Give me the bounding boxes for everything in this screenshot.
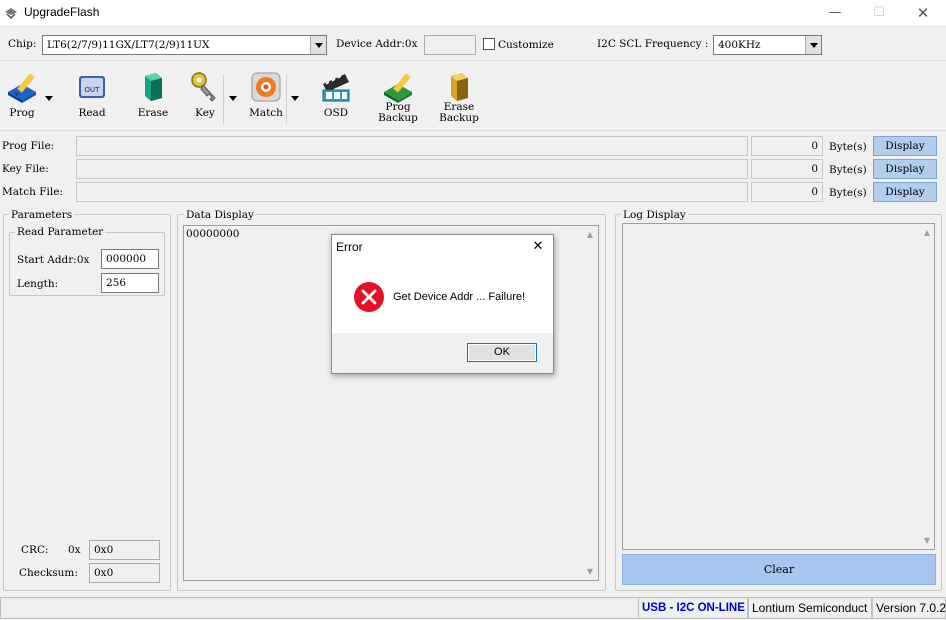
toolbar-bottom-divider — [0, 130, 946, 131]
match-file-label: Match File: — [2, 186, 63, 198]
dialog-footer: OK — [332, 333, 553, 373]
erase-backup-button[interactable]: Erase Backup — [437, 70, 481, 124]
match-dropdown-icon[interactable] — [291, 96, 299, 101]
minimize-button[interactable]: — — [812, 0, 858, 26]
match-file-unit: Byte(s) — [829, 187, 867, 199]
key-icon — [188, 70, 222, 104]
read-icon-text: OUT — [85, 86, 101, 94]
error-dialog: Error ✕ Get Device Addr ... Failure! OK — [331, 234, 554, 374]
status-version: Version 7.0.2 — [872, 597, 946, 619]
close-button[interactable]: ✕ — [900, 0, 946, 26]
key-display-button[interactable]: Display — [873, 159, 937, 179]
window-title: UpgradeFlash — [24, 5, 100, 19]
device-addr-label: Device Addr:0x — [336, 38, 418, 50]
key-file-path[interactable] — [76, 159, 748, 179]
osd-button[interactable]: OSD — [316, 70, 356, 119]
data-display-title: Data Display — [184, 209, 256, 221]
match-file-path[interactable] — [76, 182, 748, 202]
i2c-frequency-select[interactable]: 400KHz — [713, 35, 822, 55]
scroll-down-icon[interactable]: ▼ — [924, 536, 930, 545]
scroll-up-icon[interactable]: ▲ — [924, 228, 930, 237]
prog-file-label: Prog File: — [2, 140, 55, 152]
title-bar: UpgradeFlash — ☐ ✕ — [0, 0, 946, 26]
customize-checkbox[interactable] — [483, 38, 495, 50]
read-parameter-title: Read Parameter — [15, 226, 106, 238]
status-vendor: Lontium Semiconduct — [748, 597, 872, 619]
scroll-up-icon[interactable]: ▲ — [587, 230, 593, 239]
erase-backup-label: Erase Backup — [439, 101, 479, 124]
read-icon: OUT — [75, 70, 109, 104]
key-button[interactable]: Key — [185, 70, 225, 119]
match-button[interactable]: Match — [246, 70, 286, 119]
data-display-text: 00000000 — [186, 228, 240, 240]
prog-button[interactable]: Prog — [2, 70, 42, 119]
prog-file-size: 0 — [751, 136, 823, 156]
customize-label: Customize — [498, 39, 554, 51]
erase-button[interactable]: Erase — [133, 70, 173, 119]
prog-display-button[interactable]: Display — [873, 136, 937, 156]
erase-backup-icon — [442, 70, 476, 104]
chip-select[interactable]: LT6(2/7/9)11GX/LT7(2/9)11UX — [42, 35, 327, 55]
log-display-title: Log Display — [621, 209, 688, 221]
length-input[interactable]: 256 — [101, 273, 159, 293]
log-display-area[interactable]: ▲ ▼ — [622, 223, 935, 550]
key-file-size: 0 — [751, 159, 823, 179]
app-icon — [5, 8, 17, 19]
osd-label: OSD — [323, 107, 349, 119]
prog-label: Prog — [9, 107, 35, 119]
length-label: Length: — [17, 278, 59, 290]
crc-value: 0x0 — [89, 540, 160, 560]
dialog-close-button[interactable]: ✕ — [524, 236, 552, 258]
match-icon — [249, 70, 283, 104]
key-file-unit: Byte(s) — [829, 164, 867, 176]
read-label: Read — [78, 107, 106, 119]
toolbar-divider — [0, 60, 946, 61]
prog-file-path[interactable] — [76, 136, 748, 156]
crc-prefix: 0x — [68, 544, 81, 556]
maximize-button[interactable]: ☐ — [856, 0, 902, 26]
device-addr-input[interactable] — [424, 35, 476, 55]
match-label: Match — [249, 107, 283, 119]
clear-button[interactable]: Clear — [622, 554, 936, 585]
ok-button[interactable]: OK — [467, 343, 537, 362]
prog-dropdown-icon[interactable] — [45, 96, 53, 101]
eraser-icon — [136, 70, 170, 104]
parameters-title: Parameters — [9, 209, 75, 221]
erase-label: Erase — [137, 107, 169, 119]
start-addr-input[interactable]: 000000 — [101, 249, 159, 269]
match-display-button[interactable]: Display — [873, 182, 937, 202]
match-file-size: 0 — [751, 182, 823, 202]
prog-icon — [5, 70, 39, 104]
toolbar-separator — [223, 74, 224, 124]
error-icon — [354, 282, 384, 312]
osd-icon — [319, 70, 353, 104]
dialog-title: Error — [336, 240, 363, 254]
checksum-label: Checksum: — [19, 567, 78, 579]
scroll-down-icon[interactable]: ▼ — [587, 567, 593, 576]
crc-label: CRC: — [21, 544, 49, 556]
prog-backup-icon — [381, 70, 415, 104]
status-empty — [0, 597, 640, 619]
i2c-frequency-value: 400KHz — [718, 39, 761, 51]
start-addr-label: Start Addr:0x — [17, 254, 90, 266]
read-button[interactable]: OUT Read — [72, 70, 112, 119]
toolbar-separator — [286, 74, 287, 124]
chevron-down-icon[interactable] — [805, 36, 821, 54]
key-file-label: Key File: — [2, 163, 49, 175]
dialog-message: Get Device Addr ... Failure! — [393, 291, 526, 303]
title-divider — [0, 26, 946, 27]
chip-label: Chip: — [8, 38, 37, 50]
i2c-frequency-label: I2C SCL Frequency : — [597, 38, 709, 50]
checksum-value: 0x0 — [89, 563, 160, 583]
prog-file-unit: Byte(s) — [829, 141, 867, 153]
prog-backup-button[interactable]: Prog Backup — [376, 70, 420, 124]
prog-backup-label: Prog Backup — [378, 101, 418, 124]
chip-select-value: LT6(2/7/9)11GX/LT7(2/9)11UX — [47, 39, 210, 51]
chevron-down-icon[interactable] — [310, 36, 326, 54]
key-label: Key — [195, 107, 215, 119]
key-dropdown-icon[interactable] — [229, 96, 237, 101]
status-connection: USB - I2C ON-LINE — [638, 597, 748, 619]
